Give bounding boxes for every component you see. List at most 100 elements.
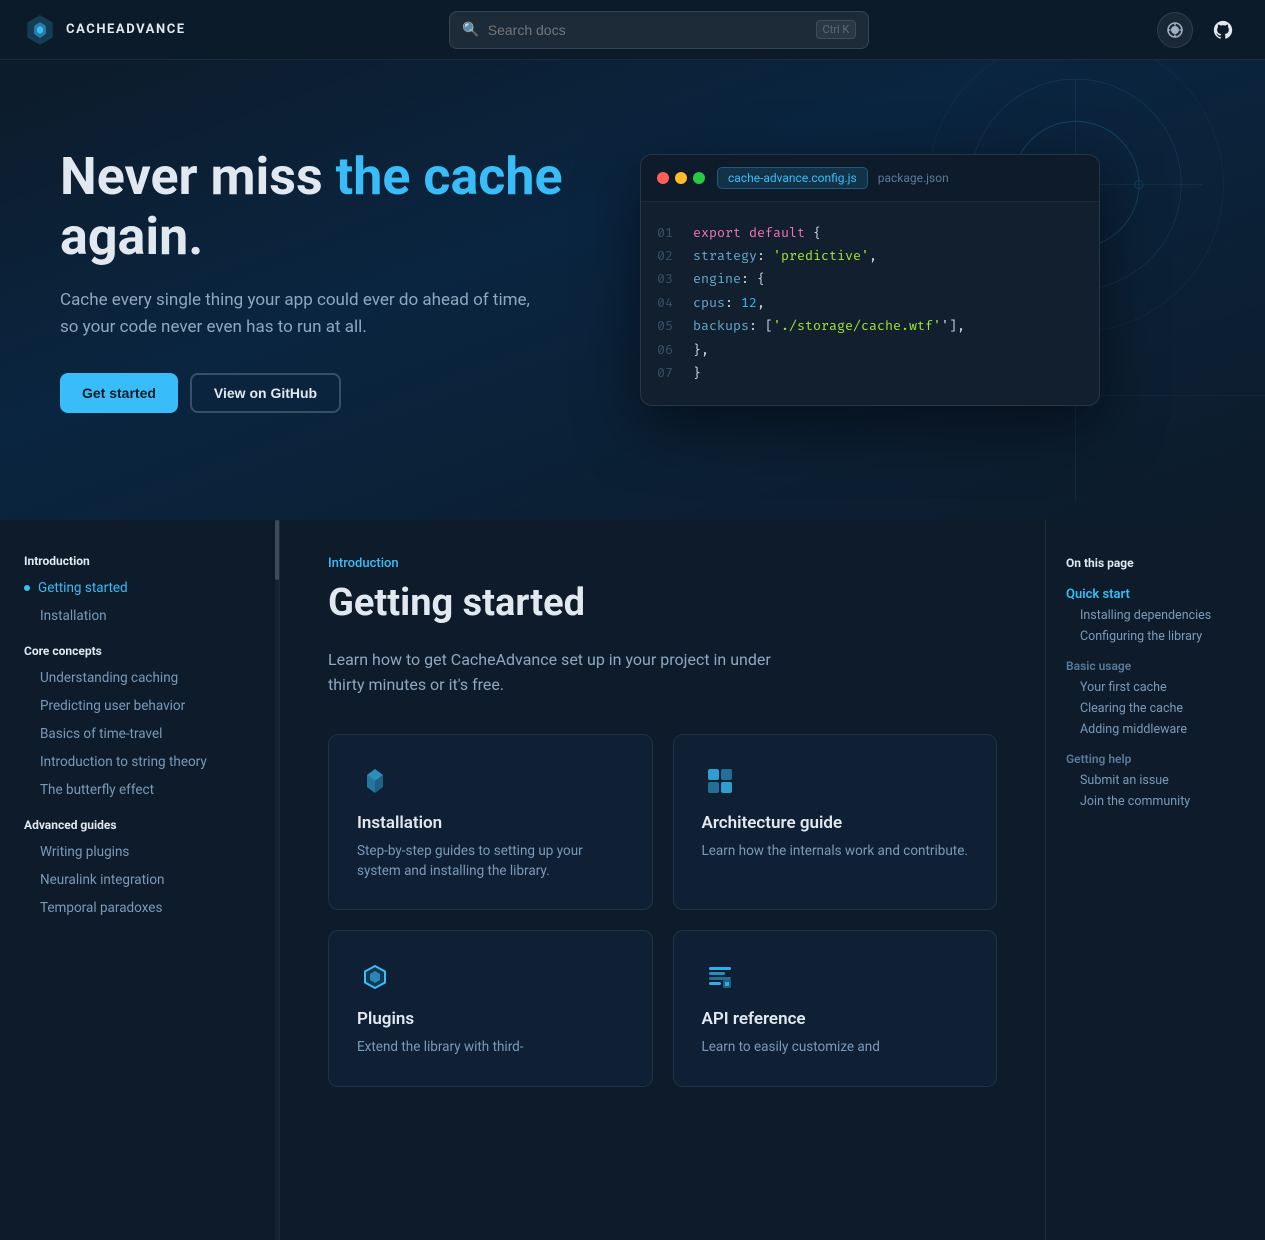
toc-item-clearing-the-cache[interactable]: Clearing the cache (1066, 698, 1245, 719)
plugin-icon (357, 959, 393, 995)
toc-item-submit-an-issue[interactable]: Submit an issue (1066, 770, 1245, 791)
card-description: Extend the library with third- (357, 1037, 624, 1057)
card-title: API reference (702, 1009, 969, 1029)
theme-icon (1167, 22, 1183, 38)
page-title: Getting started (328, 581, 997, 627)
card-title: Architecture guide (702, 813, 969, 833)
code-tab-active[interactable]: cache-advance.config.js (717, 167, 868, 189)
traffic-light-green (693, 172, 705, 184)
sidebar-item-label: Getting started (38, 580, 128, 596)
active-indicator-dot (24, 585, 30, 591)
search-icon: 🔍 (462, 22, 479, 38)
logo-link[interactable]: CACHEADVANCE (24, 14, 186, 46)
search-input[interactable] (488, 22, 808, 38)
sidebar-item-label: Neuralink integration (40, 872, 165, 888)
card-installation[interactable]: Installation Step-by-step guides to setti… (328, 734, 653, 911)
sidebar-item-temporal-paradoxes[interactable]: Temporal paradoxes (0, 894, 279, 922)
sidebar-item-introduction-to-string-theory[interactable]: Introduction to string theory (0, 748, 279, 776)
code-content: 01export default {02 strategy: 'predicti… (641, 202, 1099, 406)
sidebar-item-predicting-user-behavior[interactable]: Predicting user behavior (0, 692, 279, 720)
sidebar-section: Core concepts Understanding caching Predic… (0, 638, 279, 804)
traffic-lights (657, 172, 705, 184)
hero-title: Never miss the cache again. (60, 147, 580, 267)
main-content: Introduction Getting started Learn how t… (280, 520, 1045, 1240)
toc-item-adding-middleware[interactable]: Adding middleware (1066, 719, 1245, 740)
navbar: CACHEADVANCE 🔍 Ctrl K (0, 0, 1265, 60)
sidebar-item-the-butterfly-effect[interactable]: The butterfly effect (0, 776, 279, 804)
arch-icon (702, 763, 738, 799)
sidebar-item-label: Introduction to string theory (40, 754, 207, 770)
card-description: Learn to easily customize and (702, 1037, 969, 1057)
github-icon (1212, 19, 1234, 41)
card-architecture-guide[interactable]: Architecture guide Learn how the internal… (673, 734, 998, 911)
logo-text: CACHEADVANCE (66, 22, 186, 37)
sidebar-section: Advanced guides Writing plugins Neuralink … (0, 812, 279, 922)
cards-grid: Installation Step-by-step guides to setti… (328, 734, 997, 1087)
toc-sidebar: On this page Quick startInstalling depen… (1045, 520, 1265, 1240)
github-button[interactable] (1205, 12, 1241, 48)
toc-item-quick-start[interactable]: Quick start (1066, 584, 1245, 605)
toc-section-label: Basic usage (1066, 659, 1245, 673)
breadcrumb: Introduction (328, 556, 997, 571)
hero-section: Never miss the cache again. Cache every … (0, 60, 1265, 520)
sidebar-section-title: Core concepts (0, 638, 279, 664)
get-started-button[interactable]: Get started (60, 373, 178, 413)
toc-item-installing-dependencies[interactable]: Installing dependencies (1066, 605, 1245, 626)
sidebar-item-writing-plugins[interactable]: Writing plugins (0, 838, 279, 866)
sidebar-item-neuralink-integration[interactable]: Neuralink integration (0, 866, 279, 894)
toc-item-configuring-the-library[interactable]: Configuring the library (1066, 626, 1245, 647)
sidebar-item-label: Writing plugins (40, 844, 129, 860)
sidebar-item-label: Predicting user behavior (40, 698, 185, 714)
code-tab-inactive[interactable]: package.json (868, 168, 959, 188)
main-area: Introduction Getting started Installation C… (0, 520, 1265, 1240)
code-titlebar: cache-advance.config.js package.json (641, 155, 1099, 202)
sidebar-section-title: Introduction (0, 548, 279, 574)
sidebar-item-installation[interactable]: Installation (0, 602, 279, 630)
view-github-button[interactable]: View on GitHub (190, 373, 341, 413)
install-icon (357, 763, 393, 799)
code-line: 06 }, (657, 339, 1083, 362)
traffic-light-red (657, 172, 669, 184)
logo-icon (24, 14, 56, 46)
sidebar-scrollbar-thumb (275, 520, 279, 580)
sidebar-scrollbar[interactable] (275, 520, 279, 1240)
nav-right (1157, 12, 1241, 48)
sidebar-item-label: Temporal paradoxes (40, 900, 162, 916)
toc-section: Basic usage Your first cacheClearing the … (1066, 659, 1245, 740)
card-title: Installation (357, 813, 624, 833)
card-description: Learn how the internals work and contrib… (702, 841, 969, 861)
sidebar-item-label: Installation (40, 608, 107, 624)
code-line: 04 cpus: 12, (657, 292, 1083, 315)
page-description: Learn how to get CacheAdvance set up in … (328, 647, 808, 698)
sidebar-item-basics-of-time-travel[interactable]: Basics of time-travel (0, 720, 279, 748)
card-api-reference[interactable]: API reference Learn to easily customize a… (673, 930, 998, 1086)
code-line: 03 engine: { (657, 268, 1083, 291)
search-shortcut: Ctrl K (816, 20, 857, 39)
toc-item-join-the-community[interactable]: Join the community (1066, 791, 1245, 812)
code-line: 02 strategy: 'predictive', (657, 245, 1083, 268)
card-plugins[interactable]: PluginsExtend the library with third- (328, 930, 653, 1086)
toc-section: Quick startInstalling dependenciesConfig… (1066, 584, 1245, 647)
sidebar-item-label: Basics of time-travel (40, 726, 162, 742)
hero-description: Cache every single thing your app could … (60, 287, 540, 341)
toc-item-your-first-cache[interactable]: Your first cache (1066, 677, 1245, 698)
code-line: 05 backups: ['./storage/cache.wtf''], (657, 315, 1083, 338)
code-line: 07} (657, 362, 1083, 385)
hero-content: Never miss the cache again. Cache every … (60, 147, 580, 413)
code-line: 01export default { (657, 222, 1083, 245)
sidebar-section-title: Advanced guides (0, 812, 279, 838)
api-icon (702, 959, 738, 995)
traffic-light-yellow (675, 172, 687, 184)
theme-toggle-button[interactable] (1157, 12, 1193, 48)
sidebar: Introduction Getting started Installation C… (0, 520, 280, 1240)
sidebar-item-understanding-caching[interactable]: Understanding caching (0, 664, 279, 692)
sidebar-item-getting-started[interactable]: Getting started (0, 574, 279, 602)
toc-section-label: Getting help (1066, 752, 1245, 766)
hero-buttons: Get started View on GitHub (60, 373, 580, 413)
card-description: Step-by-step guides to setting up your s… (357, 841, 624, 882)
sidebar-item-label: Understanding caching (40, 670, 178, 686)
toc-title: On this page (1066, 556, 1245, 570)
search-bar[interactable]: 🔍 Ctrl K (449, 11, 869, 49)
sidebar-item-label: The butterfly effect (40, 782, 154, 798)
sidebar-section: Introduction Getting started Installation (0, 548, 279, 630)
